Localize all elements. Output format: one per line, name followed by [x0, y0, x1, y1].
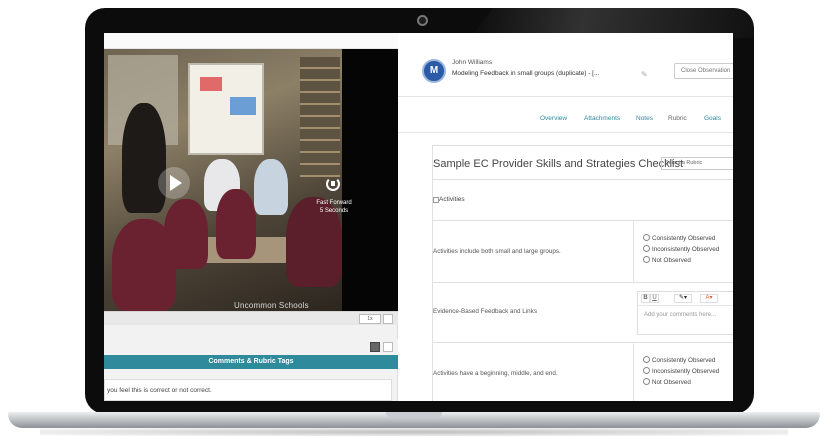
- rubric-title: Sample EC Provider Skills and Strategies…: [433, 158, 684, 170]
- row-divider: [633, 221, 634, 282]
- editor-toolbar: B U ✎▾ A▾: [638, 292, 733, 306]
- rating-options: Consistently Observed Inconsistently Obs…: [643, 355, 719, 388]
- student-figure: [216, 189, 256, 259]
- classroom-shelf: [300, 57, 340, 177]
- student-figure: [254, 159, 288, 215]
- tab-bar: Overview Attachments Notes Rubric Goals: [398, 97, 733, 133]
- observation-pane: M John Williams Modeling Feedback in sma…: [398, 33, 733, 401]
- tab-rubric[interactable]: Rubric: [668, 115, 687, 122]
- avatar: M: [422, 59, 446, 83]
- radio-not-observed[interactable]: Not Observed: [643, 255, 719, 266]
- speed-button[interactable]: 1x: [359, 314, 381, 324]
- fullscreen-button[interactable]: [383, 314, 393, 324]
- rubric-row-label: Activities include both small and large …: [433, 248, 561, 255]
- laptop-shadow: [40, 428, 788, 436]
- layout-toggle-button-alt[interactable]: [383, 342, 393, 352]
- video-pane: Uncommon Schools Fast Forward 5 Seconds …: [104, 33, 398, 401]
- author-name: John Williams: [452, 59, 493, 66]
- rubric-title-row: Sample EC Provider Skills and Strategies…: [433, 146, 733, 180]
- radio-inconsistently-observed[interactable]: Inconsistently Observed: [643, 366, 719, 377]
- tab-attachments[interactable]: Attachments: [584, 115, 620, 122]
- section-label: Activities: [439, 196, 465, 203]
- radio-inconsistently-observed[interactable]: Inconsistently Observed: [643, 244, 719, 255]
- player-controls: 1x: [104, 311, 398, 325]
- rubric-select[interactable]: Select a Rubric: [661, 157, 733, 170]
- observation-title: Modeling Feedback in small groups (dupli…: [452, 70, 600, 77]
- video-pane-topbar: [104, 33, 398, 49]
- comment-text: you feel this is correct or not correct.: [104, 379, 392, 401]
- underline-button[interactable]: U: [650, 294, 659, 303]
- video-watermark: Uncommon Schools: [234, 301, 309, 310]
- rubric-row-label: Evidence-Based Feedback and Links: [433, 308, 537, 315]
- radio-consistently-observed[interactable]: Consistently Observed: [643, 355, 719, 366]
- laptop-notch: [386, 412, 442, 418]
- fast-forward-title: Fast Forward: [316, 200, 352, 206]
- rubric-row: Evidence-Based Feedback and Links B U ✎▾…: [433, 283, 733, 343]
- tab-overview[interactable]: Overview: [540, 115, 567, 122]
- radio-consistently-observed[interactable]: Consistently Observed: [643, 233, 719, 244]
- row-divider: [633, 343, 634, 401]
- screen: Uncommon Schools Fast Forward 5 Seconds …: [104, 33, 733, 401]
- comments-header[interactable]: Comments & Rubric Tags: [104, 355, 398, 369]
- laptop-mockup: Uncommon Schools Fast Forward 5 Seconds …: [0, 0, 828, 438]
- rubric-row: Activities include both small and large …: [433, 221, 733, 283]
- fast-forward-seconds: 5 Seconds: [319, 208, 349, 214]
- pencil-icon[interactable]: ✎: [641, 70, 648, 79]
- student-figure: [112, 219, 176, 311]
- tab-notes[interactable]: Notes: [636, 115, 653, 122]
- rubric-panel: Sample EC Provider Skills and Strategies…: [432, 145, 733, 401]
- video-player[interactable]: Uncommon Schools Fast Forward 5 Seconds: [104, 49, 398, 311]
- layout-toggle-button[interactable]: [370, 342, 380, 352]
- radio-not-observed[interactable]: Not Observed: [643, 377, 719, 388]
- classroom-board: [188, 63, 264, 155]
- camera-icon: [417, 15, 428, 26]
- rubric-section: Activities: [433, 180, 733, 221]
- fast-forward-icon[interactable]: [326, 177, 340, 191]
- classroom-video-frame: Uncommon Schools: [104, 49, 342, 311]
- close-observation-button[interactable]: Close Observation: [674, 63, 733, 79]
- play-icon[interactable]: [158, 167, 190, 199]
- pen-dropdown-icon[interactable]: ✎▾: [674, 294, 692, 303]
- rubric-row: Activities have a beginning, middle, and…: [433, 343, 733, 401]
- text-color-dropdown-icon[interactable]: A▾: [700, 294, 718, 303]
- fast-forward-label: Fast Forward 5 Seconds: [304, 199, 364, 215]
- editor-placeholder[interactable]: Add your comments here...: [644, 312, 716, 318]
- observation-header: M John Williams Modeling Feedback in sma…: [398, 49, 733, 97]
- comment-editor[interactable]: B U ✎▾ A▾ Add your comments here...: [637, 291, 733, 335]
- tab-goals[interactable]: Goals: [704, 115, 721, 122]
- view-controls: [104, 339, 398, 355]
- bold-button[interactable]: B: [641, 294, 650, 303]
- rating-options: Consistently Observed Inconsistently Obs…: [643, 233, 719, 266]
- rubric-row-label: Activities have a beginning, middle, and…: [433, 370, 558, 377]
- teacher-figure: [122, 103, 166, 213]
